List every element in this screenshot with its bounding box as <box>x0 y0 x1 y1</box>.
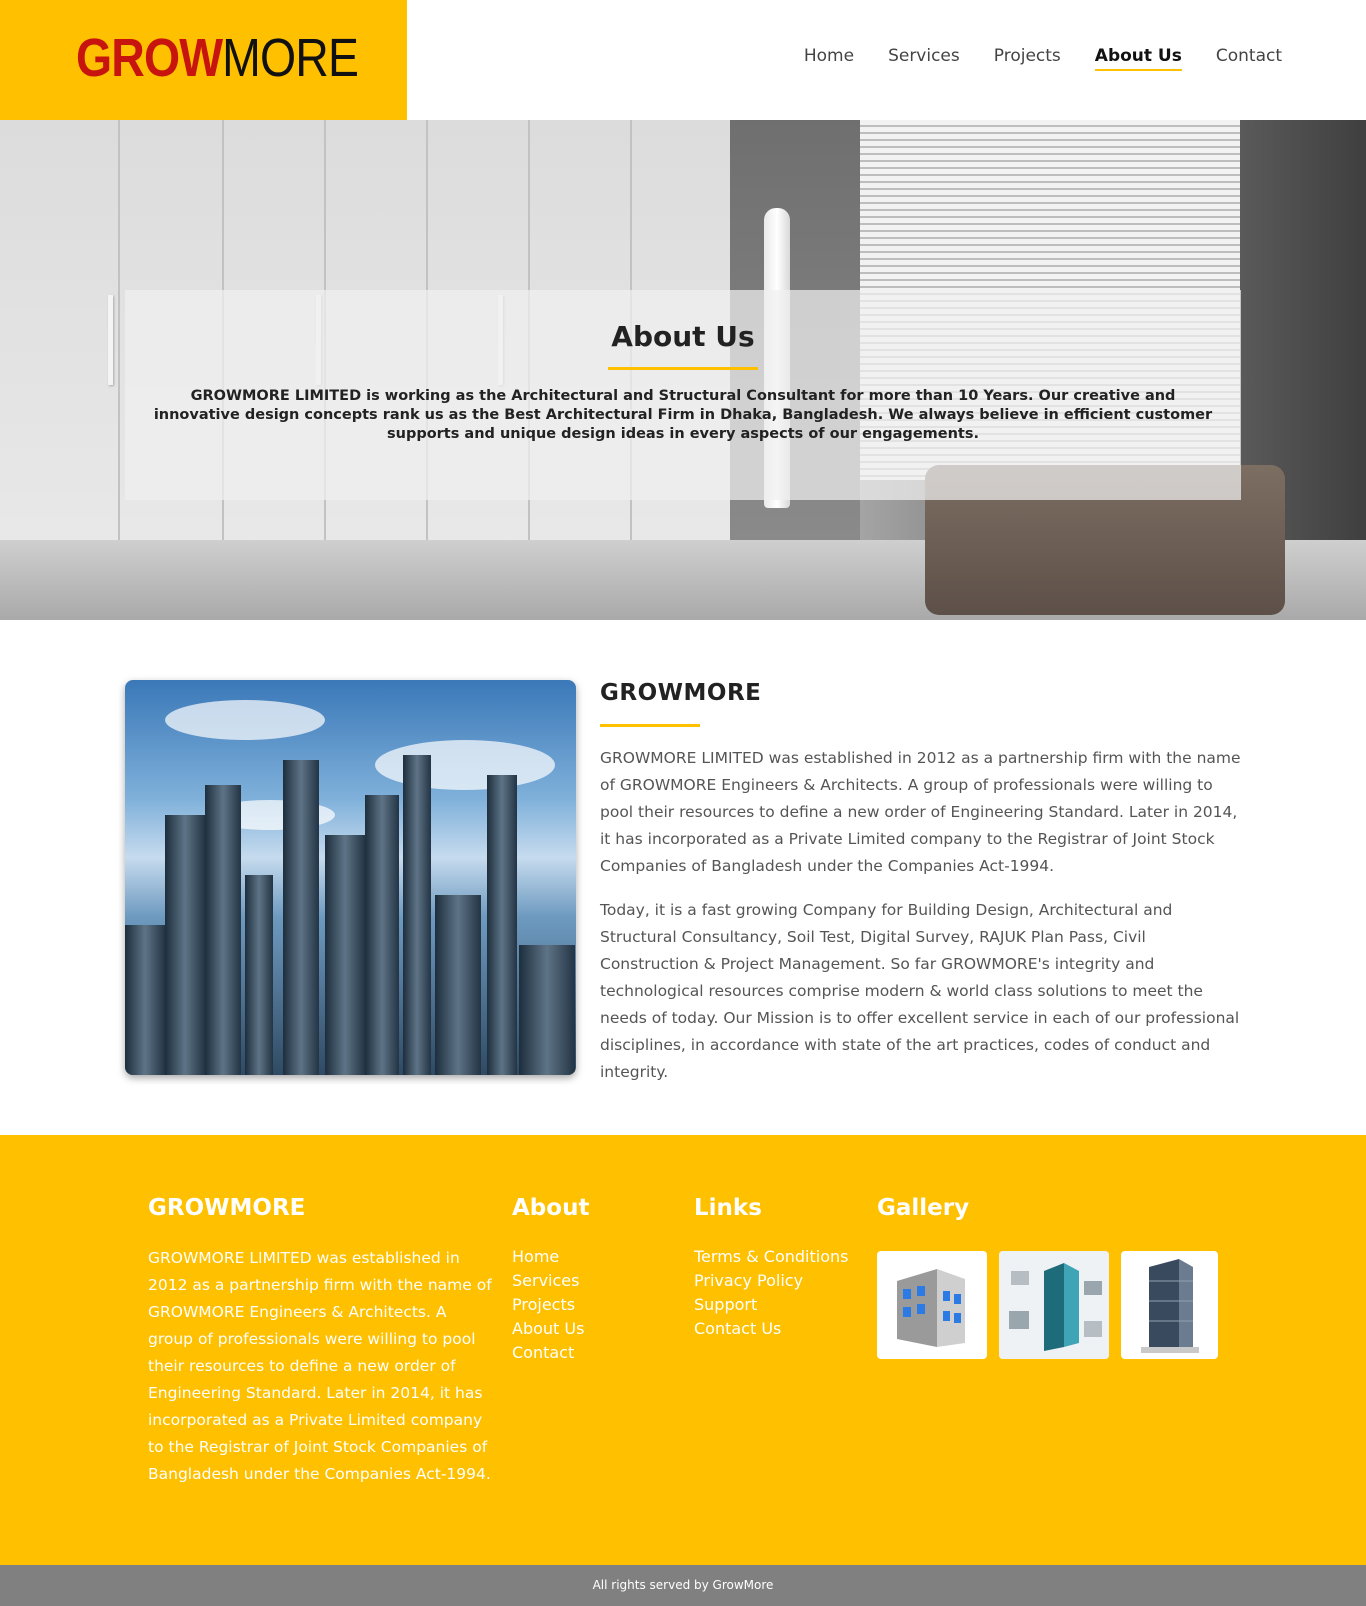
footer-links-heading: Links <box>694 1195 762 1221</box>
site-footer: GROWMORE GROWMORE LIMITED was establishe… <box>0 1135 1366 1565</box>
skyscraper <box>435 895 481 1075</box>
city-skyline-image <box>125 680 576 1075</box>
about-heading: GROWMORE <box>600 680 762 706</box>
footer-about-heading: About <box>512 1195 590 1221</box>
skyscraper <box>245 875 273 1075</box>
footer-link-privacy[interactable]: Privacy Policy <box>694 1269 848 1293</box>
footer-gallery-heading: Gallery <box>877 1195 970 1221</box>
skyscraper <box>125 925 165 1075</box>
nav-contact[interactable]: Contact <box>1216 46 1282 71</box>
page-title: About Us <box>611 320 755 353</box>
hero-panel-line <box>118 120 120 540</box>
footer-link-home[interactable]: Home <box>512 1245 584 1269</box>
about-heading-underline <box>600 724 700 727</box>
logo-container[interactable]: GROWMORE <box>0 0 407 120</box>
footer-about-links: Home Services Projects About Us Contact <box>512 1245 584 1365</box>
title-underline <box>608 367 758 370</box>
main-nav: Home Services Projects About Us Contact <box>804 46 1282 71</box>
skyscraper <box>487 775 517 1075</box>
gallery-image-office-tower[interactable] <box>1121 1251 1218 1359</box>
isometric-city-icon <box>999 1251 1109 1359</box>
nav-about-us[interactable]: About Us <box>1094 46 1182 71</box>
copyright-bar: All rights served by GrowMore <box>0 1565 1366 1606</box>
nav-services[interactable]: Services <box>888 46 960 71</box>
footer-link-services[interactable]: Services <box>512 1269 584 1293</box>
logo-part-more: MORE <box>222 28 359 88</box>
footer-link-terms[interactable]: Terms & Conditions <box>694 1245 848 1269</box>
skyscraper <box>205 785 241 1075</box>
gallery-image-building-icon[interactable] <box>877 1251 987 1359</box>
skyscraper <box>325 835 365 1075</box>
footer-link-projects[interactable]: Projects <box>512 1293 584 1317</box>
hero-description: GROWMORE LIMITED is working as the Archi… <box>153 388 1213 442</box>
logo[interactable]: GROWMORE <box>76 28 359 88</box>
footer-gallery <box>877 1251 1218 1359</box>
about-paragraph-1: GROWMORE LIMITED was established in 2012… <box>600 749 1241 875</box>
hero-banner: About Us GROWMORE LIMITED is working as … <box>0 120 1366 620</box>
cloud-shape <box>375 740 555 790</box>
office-tower-icon <box>1141 1259 1199 1353</box>
footer-brand-text: GROWMORE LIMITED was established in 2012… <box>148 1249 492 1483</box>
footer-link-contact-us[interactable]: Contact Us <box>694 1317 848 1341</box>
skyscraper <box>165 815 205 1075</box>
hero-cabinet-handle <box>108 295 113 385</box>
gallery-image-isometric-city[interactable] <box>999 1251 1109 1359</box>
skyscraper <box>283 760 319 1075</box>
logo-part-grow: GROW <box>76 28 223 88</box>
skyscraper <box>403 755 431 1075</box>
site-header: GROWMORE Home Services Projects About Us… <box>0 0 1366 120</box>
cloud-shape <box>165 700 325 740</box>
skyscraper <box>519 945 575 1075</box>
footer-link-about-us[interactable]: About Us <box>512 1317 584 1341</box>
footer-link-contact[interactable]: Contact <box>512 1341 584 1365</box>
footer-brand-heading: GROWMORE <box>148 1195 306 1221</box>
footer-links-list: Terms & Conditions Privacy Policy Suppor… <box>694 1245 848 1341</box>
nav-projects[interactable]: Projects <box>994 46 1061 71</box>
skyscraper <box>365 795 399 1075</box>
hero-text-panel: About Us GROWMORE LIMITED is working as … <box>125 290 1241 500</box>
building-icon <box>897 1269 965 1347</box>
nav-home[interactable]: Home <box>804 46 854 71</box>
about-paragraph-2: Today, it is a fast growing Company for … <box>600 901 1240 1081</box>
footer-link-support[interactable]: Support <box>694 1293 848 1317</box>
